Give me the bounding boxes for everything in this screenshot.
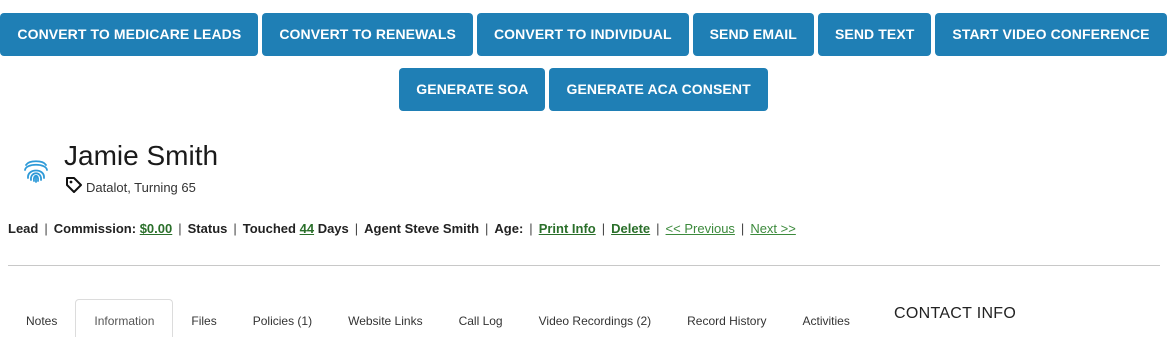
separator: | [740, 221, 745, 236]
action-buttons-row-2: GENERATE SOA GENERATE ACA CONSENT [0, 68, 1167, 111]
tab-policies[interactable]: Policies (1) [235, 299, 330, 337]
separator: | [178, 221, 182, 236]
tab-website-links[interactable]: Website Links [330, 299, 440, 337]
separator: | [656, 221, 660, 236]
start-video-conference-button[interactable]: START VIDEO CONFERENCE [935, 13, 1167, 56]
separator: | [601, 221, 606, 236]
previous-link[interactable]: << Previous [666, 221, 735, 236]
tab-files[interactable]: Files [173, 299, 234, 337]
delete-link[interactable]: Delete [611, 221, 650, 236]
generate-aca-consent-button[interactable]: GENERATE ACA CONSENT [549, 68, 768, 111]
record-type: Lead [8, 221, 39, 236]
contact-tags: Datalot, Turning 65 [64, 176, 196, 195]
commission-value-link[interactable]: $0.00 [140, 221, 173, 236]
tab-video-recordings[interactable]: Video Recordings (2) [521, 299, 670, 337]
convert-to-renewals-button[interactable]: CONVERT TO RENEWALS [262, 13, 473, 56]
print-info-link[interactable]: Print Info [539, 221, 596, 236]
record-tabs: Notes Information Files Policies (1) Web… [8, 299, 868, 337]
separator: | [233, 221, 237, 236]
age-label: Age: [494, 221, 524, 236]
generate-soa-button[interactable]: GENERATE SOA [399, 68, 546, 111]
convert-to-individual-button[interactable]: CONVERT TO INDIVIDUAL [476, 13, 689, 56]
status-label: Status [187, 221, 228, 236]
commission-label: Commission: [53, 221, 137, 236]
next-link[interactable]: Next >> [750, 221, 796, 236]
action-buttons-row-1: CONVERT TO MEDICARE LEADS CONVERT TO REN… [0, 13, 1167, 56]
contact-info-heading: CONTACT INFO [894, 305, 1017, 322]
fingerprint-icon [24, 160, 48, 183]
separator: | [529, 221, 533, 236]
tab-notes[interactable]: Notes [8, 299, 75, 337]
contact-name: Jamie Smith [64, 140, 219, 171]
separator: | [485, 221, 489, 236]
convert-to-medicare-leads-button[interactable]: CONVERT TO MEDICARE LEADS [0, 13, 259, 56]
touched-days-link[interactable]: 44 [300, 221, 314, 236]
agent-name: Agent Steve Smith [364, 221, 480, 236]
separator: | [44, 221, 48, 236]
lead-detail-page: CONVERT TO MEDICARE LEADS CONVERT TO REN… [0, 0, 1167, 337]
tab-record-history[interactable]: Record History [669, 299, 784, 337]
send-text-button[interactable]: SEND TEXT [817, 13, 932, 56]
days-label: Days [317, 221, 349, 236]
tab-activities[interactable]: Activities [784, 299, 867, 337]
section-divider [8, 265, 1160, 266]
tag-icon [66, 176, 82, 193]
tab-information[interactable]: Information [75, 299, 174, 337]
lead-meta-bar: Lead | Commission: $0.00 | Status | Touc… [8, 221, 796, 236]
touched-label: Touched [242, 221, 296, 236]
send-email-button[interactable]: SEND EMAIL [692, 13, 814, 56]
separator: | [354, 221, 359, 236]
tags-text: Datalot, Turning 65 [86, 180, 196, 195]
tab-call-log[interactable]: Call Log [441, 299, 521, 337]
